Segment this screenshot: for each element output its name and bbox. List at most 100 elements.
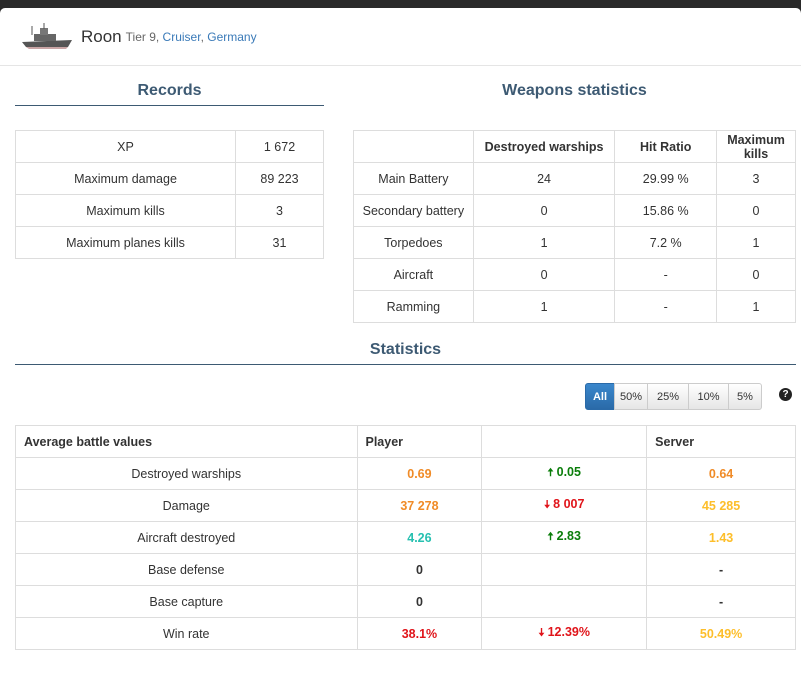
table-header-row: Average battle values Player Server xyxy=(15,425,796,458)
table-row: Maximum kills 3 xyxy=(15,194,324,227)
filter-button-25pct[interactable]: 25% xyxy=(647,383,689,410)
record-value: 3 xyxy=(235,194,324,227)
statistics-table: Average battle values Player Server Destroy… xyxy=(15,425,796,650)
ship-name: Roon xyxy=(81,26,122,46)
table-row: Destroyed warships 0.69 🠅 0.05 0.64 xyxy=(15,457,796,490)
player-value: 4.26 xyxy=(356,521,483,554)
record-value: 31 xyxy=(235,226,324,259)
cell: Main Battery xyxy=(353,162,474,195)
table-row: Damage 37 278 🠇 8 007 45 285 xyxy=(15,489,796,522)
records-title: Records xyxy=(15,82,324,106)
ship-tier: Tier 9, xyxy=(125,29,160,44)
cell: 1 xyxy=(716,290,796,323)
modal-header: Roon Tier 9, Cruiser, Germany xyxy=(0,8,801,66)
stat-label: Win rate xyxy=(15,617,358,650)
cell: 1 xyxy=(472,226,616,259)
column-header xyxy=(353,130,474,163)
cell: 1 xyxy=(716,226,796,259)
table-row: Base capture 0 - xyxy=(15,585,796,618)
column-header: Destroyed warships xyxy=(472,130,616,163)
weapons-table: Destroyed warships Hit Ratio Maximum kills… xyxy=(353,130,796,323)
server-value: - xyxy=(646,553,796,586)
weapons-title: Weapons statistics xyxy=(502,82,647,99)
diff-cell: 🠇 12.39% xyxy=(481,617,648,650)
table-row: Maximum damage 89 223 xyxy=(15,162,324,195)
table-row: Ramming 1-1 xyxy=(353,290,796,323)
arrow-up-icon: 🠅 xyxy=(547,531,557,543)
diff-value: 2.83 xyxy=(556,529,581,543)
diff-cell xyxy=(481,553,648,586)
filter-button-5pct[interactable]: 5% xyxy=(728,383,762,410)
cell: Aircraft xyxy=(353,258,474,291)
table-row: Aircraft 0-0 xyxy=(353,258,796,291)
cell: 29.99 % xyxy=(614,162,718,195)
cell: Torpedoes xyxy=(353,226,474,259)
stat-label: Base defense xyxy=(15,553,358,586)
diff-cell: 🠇 8 007 xyxy=(481,489,648,522)
table-row: Maximum planes kills 31 xyxy=(15,226,324,259)
arrow-down-icon: 🠇 xyxy=(538,627,548,639)
filter-button-all[interactable]: All xyxy=(585,383,615,410)
cell: 3 xyxy=(716,162,796,195)
server-value: 45 285 xyxy=(646,489,796,522)
arrow-up-icon: 🠅 xyxy=(547,467,557,479)
separator: , xyxy=(200,29,204,44)
cell: 24 xyxy=(472,162,616,195)
record-label: Maximum planes kills xyxy=(15,226,236,259)
percentile-filter-group: All 50% 25% 10% 5% xyxy=(585,383,762,410)
cell: Ramming xyxy=(353,290,474,323)
player-value: 38.1% xyxy=(356,617,483,650)
record-label: Maximum damage xyxy=(15,162,236,195)
player-value: 0.69 xyxy=(356,457,483,490)
player-value: 37 278 xyxy=(356,489,483,522)
cell: 0 xyxy=(716,194,796,227)
ship-image-icon xyxy=(22,22,72,49)
cell: - xyxy=(614,290,718,323)
player-value: 0 xyxy=(356,585,483,618)
table-header-row: Destroyed warships Hit Ratio Maximum kills xyxy=(353,130,796,163)
filter-button-50pct[interactable]: 50% xyxy=(614,383,648,410)
filter-button-10pct[interactable]: 10% xyxy=(688,383,729,410)
table-row: Secondary battery 0 15.86 % 0 xyxy=(353,194,796,227)
server-value: 1.43 xyxy=(646,521,796,554)
stat-label: Destroyed warships xyxy=(15,457,358,490)
cell: 0 xyxy=(472,258,616,291)
table-row: XP 1 672 xyxy=(15,130,324,163)
column-header: Average battle values xyxy=(15,425,358,458)
column-header: Server xyxy=(646,425,796,458)
record-label: XP xyxy=(15,130,236,163)
diff-value: 8 007 xyxy=(553,497,585,511)
diff-cell xyxy=(481,585,648,618)
arrow-down-icon: 🠇 xyxy=(544,499,554,511)
server-value: - xyxy=(646,585,796,618)
record-value: 89 223 xyxy=(235,162,324,195)
cell: Secondary battery xyxy=(353,194,474,227)
stat-label: Damage xyxy=(15,489,358,522)
ship-type-link[interactable]: Cruiser xyxy=(163,30,201,44)
record-value: 1 672 xyxy=(235,130,324,163)
column-header: Player xyxy=(356,425,483,458)
record-label: Maximum kills xyxy=(15,194,236,227)
cell: 15.86 % xyxy=(614,194,718,227)
cell: 0 xyxy=(716,258,796,291)
ship-nation-link[interactable]: Germany xyxy=(207,30,256,44)
server-value: 0.64 xyxy=(646,457,796,490)
diff-value: 0.05 xyxy=(556,465,581,479)
player-value: 0 xyxy=(356,553,483,586)
table-row: Torpedoes 1 7.2 % 1 xyxy=(353,226,796,259)
cell: - xyxy=(614,258,718,291)
column-header: Hit Ratio xyxy=(614,130,718,163)
stat-label: Aircraft destroyed xyxy=(15,521,358,554)
diff-value: 12.39% xyxy=(547,625,590,639)
question-circle-icon[interactable]: ? xyxy=(779,388,792,401)
stat-label: Base capture xyxy=(15,585,358,618)
cell: 7.2 % xyxy=(614,226,718,259)
column-header xyxy=(481,425,648,458)
cell: 1 xyxy=(472,290,616,323)
statistics-title: Statistics xyxy=(15,341,796,365)
diff-cell: 🠅 2.83 xyxy=(481,521,648,554)
table-row: Aircraft destroyed 4.26 🠅 2.83 1.43 xyxy=(15,521,796,554)
server-value: 50.49% xyxy=(646,617,796,650)
table-row: Main Battery 24 29.99 % 3 xyxy=(353,162,796,195)
records-table: XP 1 672 Maximum damage 89 223 Maximum kills… xyxy=(15,130,324,259)
